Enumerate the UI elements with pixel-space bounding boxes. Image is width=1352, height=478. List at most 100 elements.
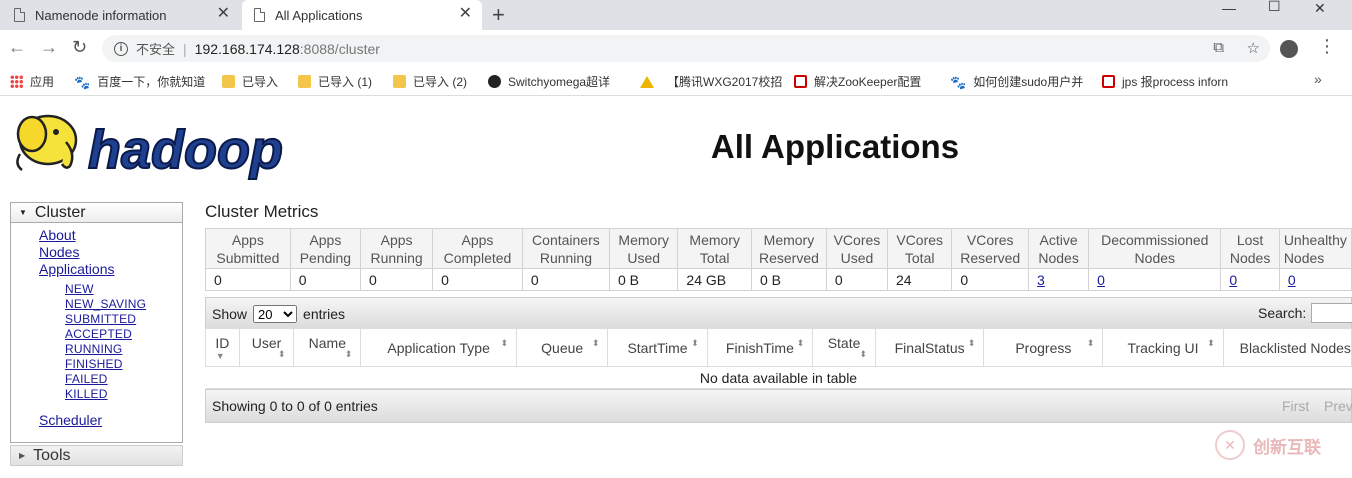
sort-icon: ⬍ (500, 338, 508, 348)
metric-value: 24 (886, 268, 953, 291)
decommissioned-nodes-link[interactable]: 0 (1097, 272, 1105, 288)
cluster-metrics-table: Apps Submitted Apps Pending Apps Running Ap… (205, 228, 1352, 291)
metric-header: Lost Nodes (1220, 228, 1280, 269)
bookmark-label: Switchyomega超详 (508, 75, 611, 89)
entries-length-control: Show 20 entries (212, 305, 345, 323)
minimize-icon[interactable]: — (1222, 0, 1236, 16)
metric-header: Memory Used (608, 228, 679, 269)
menu-dots-icon[interactable]: ⋮ (1318, 37, 1336, 55)
sort-icon: ⬍ (1086, 338, 1095, 348)
applications-table: ID ▼ User ⬍ Name ⬍ Application Type ⬍ Queue ⬍… (205, 328, 1352, 389)
cluster-label: Cluster (34, 204, 86, 221)
bookmark-folder-imported-1[interactable]: 已导入 (1) (298, 73, 372, 90)
sidebar-link-scheduler[interactable]: Scheduler (39, 412, 102, 428)
empty-table-message: No data available in table (205, 366, 1352, 389)
reload-icon[interactable]: ↻ (72, 38, 87, 56)
sidebar-link-killed[interactable]: KILLED (65, 387, 108, 401)
bookmark-baidu[interactable]: 🐾 百度一下，你就知道 (74, 73, 205, 90)
baidu-paw-icon: 🐾 (74, 75, 91, 90)
url-field[interactable]: i 不安全 | 192.168.174.128 :8088/cluster ⧉ … (102, 35, 1270, 62)
forward-arrow-icon[interactable]: → (40, 38, 58, 56)
star-icon[interactable]: ☆ (1247, 39, 1260, 57)
tab-namenode-information[interactable]: Namenode information ✕ (0, 0, 240, 30)
tab-all-applications[interactable]: All Applications ✕ (242, 0, 482, 30)
bookmark-jps[interactable]: jps 报process inforn (1102, 73, 1228, 90)
previous-page-button[interactable]: Previous (1324, 398, 1352, 414)
bookmark-label: 【腾讯WXG2017校招 (667, 75, 783, 89)
translate-icon[interactable]: ⧉ (1213, 39, 1224, 56)
column-header-queue[interactable]: Queue ⬍ (515, 328, 609, 367)
metric-header: Memory Total (677, 228, 752, 269)
info-icon[interactable]: i (114, 41, 128, 56)
unhealthy-nodes-link[interactable]: 0 (1288, 272, 1296, 288)
metric-header: Memory Reserved (750, 228, 827, 269)
tab-title: Namenode information (35, 7, 167, 23)
metric-value: 0 (1278, 268, 1352, 291)
bookmark-apps[interactable]: 应用 (10, 73, 54, 90)
sidebar-link-new[interactable]: NEW (65, 282, 94, 296)
sidebar-link-running[interactable]: RUNNING (65, 342, 122, 356)
browser-tab-bar: Namenode information ✕ All Applications … (0, 0, 1352, 30)
back-arrow-icon[interactable]: ← (8, 38, 26, 56)
sort-icon: ⬍ (859, 349, 867, 359)
sidebar-link-accepted[interactable]: ACCEPTED (65, 327, 132, 341)
security-label: 不安全 (136, 42, 176, 57)
bookmark-zookeeper[interactable]: 解决ZooKeeper配置 (794, 73, 921, 90)
column-header-state[interactable]: State ⬍ (812, 328, 876, 367)
sidebar-link-submitted[interactable]: SUBMITTED (65, 312, 136, 326)
page-icon (14, 8, 25, 22)
column-header-blacklisted-nodes[interactable]: Blacklisted Nodes (1222, 328, 1352, 367)
more-bookmarks-icon[interactable]: » (1314, 71, 1322, 87)
bookmark-label: 应用 (30, 75, 55, 89)
sidebar-link-applications[interactable]: Applications (39, 261, 115, 277)
bookmark-wxg[interactable]: 【腾讯WXG2017校招 (640, 73, 782, 90)
tools-section-header[interactable]: ▶ Tools (10, 445, 183, 466)
url-host: 192.168.174.128 (194, 40, 300, 57)
bookmark-switchyomega[interactable]: Switchyomega超详 (488, 73, 610, 90)
folder-icon (393, 75, 406, 88)
close-icon[interactable]: ✕ (459, 6, 472, 22)
metric-value: 0 (289, 268, 362, 291)
profile-avatar-icon[interactable] (1280, 40, 1298, 58)
window-close-icon[interactable]: ✕ (1314, 0, 1326, 17)
active-nodes-link[interactable]: 3 (1037, 272, 1045, 288)
cluster-section-header[interactable]: ▼ Cluster (10, 202, 183, 223)
sort-icon: ⬍ (967, 338, 976, 348)
search-input[interactable] (1311, 303, 1352, 323)
column-header-tracking-ui[interactable]: Tracking UI ⬍ (1102, 328, 1224, 367)
column-header-progress[interactable]: Progress ⬍ (983, 328, 1104, 367)
column-header-id[interactable]: ID ▼ (205, 328, 240, 367)
metric-value: 0 (951, 268, 1030, 291)
column-header-starttime[interactable]: StartTime ⬍ (607, 328, 708, 367)
new-tab-button[interactable]: + (492, 2, 505, 28)
column-header-application-type[interactable]: Application Type ⬍ (360, 328, 517, 367)
bookmark-folder-imported[interactable]: 已导入 (222, 73, 278, 90)
logo-wordmark: hadoop (88, 120, 283, 180)
address-bar-row: ← → ↻ i 不安全 | 192.168.174.128 :8088/clus… (0, 30, 1352, 66)
sidebar: ▼ Cluster About Nodes Applications NEW N… (10, 202, 183, 443)
column-header-finishtime[interactable]: FinishTime ⬍ (706, 328, 814, 367)
maximize-icon[interactable]: ☐ (1268, 0, 1281, 15)
bookmark-folder-imported-2[interactable]: 已导入 (2) (393, 73, 467, 90)
column-header-name[interactable]: Name ⬍ (293, 328, 362, 367)
first-page-button[interactable]: First (1282, 398, 1309, 414)
close-icon[interactable]: ✕ (217, 6, 230, 22)
lost-nodes-link[interactable]: 0 (1229, 272, 1237, 288)
metric-header: Containers Running (521, 228, 610, 269)
tools-label: Tools (33, 447, 71, 464)
search-label: Search: (1258, 305, 1307, 321)
sidebar-link-nodes[interactable]: Nodes (39, 244, 79, 260)
table-toolbar: Show 20 entries Search: (205, 297, 1352, 329)
sidebar-link-new-saving[interactable]: NEW_SAVING (65, 297, 146, 311)
metric-header: Active Nodes (1028, 228, 1090, 269)
sidebar-link-about[interactable]: About (39, 227, 76, 243)
sidebar-link-failed[interactable]: FAILED (65, 372, 108, 386)
watermark-text: 创新互联 (1253, 437, 1321, 457)
column-header-finalstatus[interactable]: FinalStatus ⬍ (874, 328, 985, 367)
entries-per-page-select[interactable]: 20 (253, 305, 298, 323)
metric-header: Unhealthy Nodes (1278, 228, 1352, 269)
sidebar-link-finished[interactable]: FINISHED (65, 357, 123, 371)
column-header-user[interactable]: User ⬍ (238, 328, 295, 367)
bookmark-sudo[interactable]: 🐾 如何创建sudo用户并 (950, 73, 1083, 90)
metric-value: 24 GB (677, 268, 752, 291)
